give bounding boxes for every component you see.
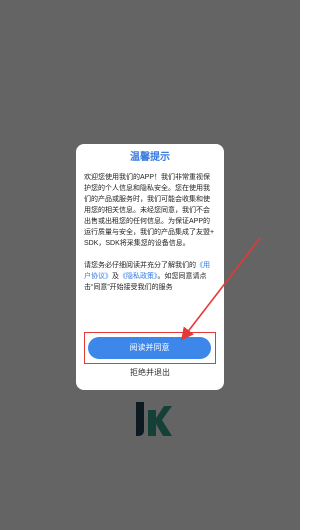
agree-button[interactable]: 阅读并同意 (88, 337, 211, 359)
privacy-dialog: 温馨提示 欢迎您使用我们的APP！我们非常重视保护您的个人信息和隐私安全。您在使… (76, 144, 224, 390)
dialog-paragraph-intro: 欢迎您使用我们的APP！我们非常重视保护您的个人信息和隐私安全。您在使用我们的产… (84, 174, 215, 247)
privacy-policy-link[interactable]: 《隐私政策》 (119, 273, 158, 280)
dialog-title: 温馨提示 (130, 152, 170, 163)
reject-exit-link[interactable]: 拒绝并退出 (76, 368, 224, 378)
agreement-conjunction: 及 (112, 273, 119, 280)
dialog-body: 欢迎您使用我们的APP！我们非常重视保护您的个人信息和隐私安全。您在使用我们的产… (84, 172, 216, 293)
agree-button-highlight: 阅读并同意 (84, 332, 216, 364)
dialog-paragraph-agreement: 请您务必仔细阅读并充分了解我们的《用户协议》及《隐私政策》。如您同意请点击“同意… (84, 260, 216, 293)
agreement-prefix: 请您务必仔细阅读并充分了解我们的 (84, 262, 196, 269)
